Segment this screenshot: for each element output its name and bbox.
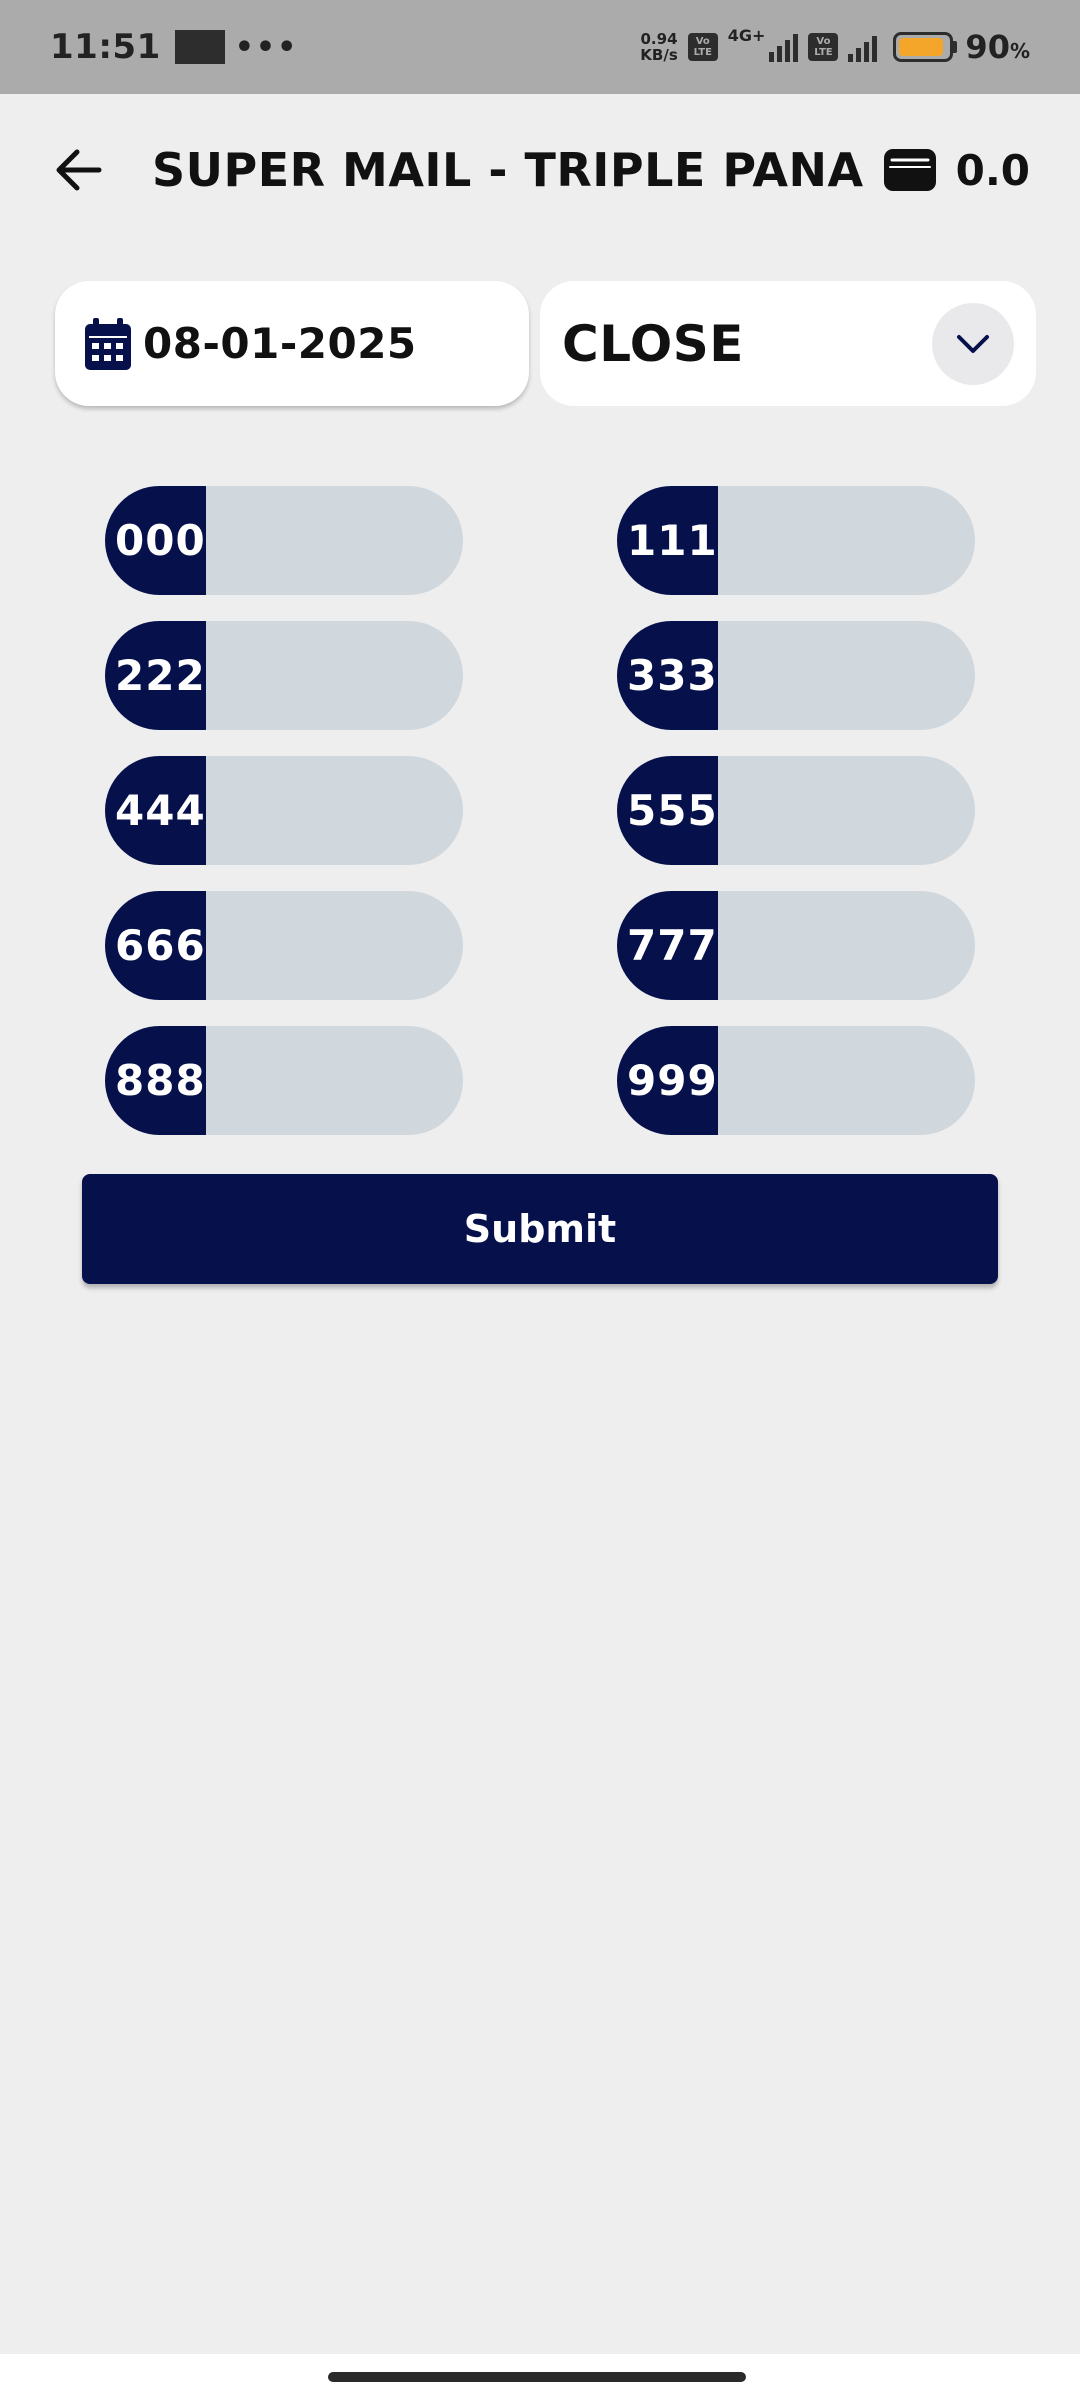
pana-label: 777 — [617, 891, 718, 1000]
wallet[interactable]: 0.0 — [882, 146, 1030, 195]
pana-item-111: 111 — [617, 486, 975, 595]
network-speed-value: 0.94 — [640, 30, 678, 48]
chevron-down-icon — [957, 334, 989, 353]
pana-item-666: 666 — [105, 891, 463, 1000]
volte-icon: Vo LTE — [687, 33, 718, 61]
volte-icon-sim2-bottom: LTE — [814, 47, 833, 58]
arrow-left-icon — [56, 149, 102, 191]
date-picker[interactable]: 08-01-2025 — [55, 281, 529, 406]
pana-item-333: 333 — [617, 621, 975, 730]
pana-item-888: 888 — [105, 1026, 463, 1135]
pana-amount-input[interactable] — [205, 891, 463, 1000]
pana-label: 555 — [617, 756, 718, 865]
pana-item-444: 444 — [105, 756, 463, 865]
pana-amount-input[interactable] — [717, 486, 975, 595]
pana-label: 444 — [105, 756, 206, 865]
pana-item-555: 555 — [617, 756, 975, 865]
pana-amount-input[interactable] — [717, 891, 975, 1000]
status-indicators: 0.94 KB/s Vo LTE 4G+ Vo LTE 90% — [640, 26, 1030, 66]
signal-strength-icon-sim1: 4G+ — [728, 26, 799, 62]
pana-amount-input[interactable] — [717, 756, 975, 865]
battery-percent: 90% — [965, 28, 1030, 66]
network-type: 4G+ — [727, 26, 766, 45]
volte-icon-sim2: Vo LTE — [808, 33, 839, 61]
status-bar: 11:51 ••• 0.94 KB/s Vo LTE 4G+ Vo LTE 90… — [0, 0, 1080, 94]
pana-label: 666 — [105, 891, 206, 1000]
navigation-bar — [0, 2354, 1080, 2400]
notification-app-icon — [174, 30, 225, 64]
page-title: SUPER MAIL - TRIPLE PANA — [152, 143, 864, 197]
wallet-balance: 0.0 — [955, 145, 1030, 195]
pana-amount-input[interactable] — [205, 1026, 463, 1135]
pana-label: 999 — [617, 1026, 718, 1135]
pana-label: 888 — [105, 1026, 206, 1135]
pana-grid: 000 111 222 333 444 555 666 777 888 999 — [105, 486, 975, 1135]
pana-amount-input[interactable] — [717, 621, 975, 730]
volte-icon-bottom: LTE — [693, 47, 712, 58]
signal-bars-icon — [769, 32, 799, 62]
pana-label: 000 — [105, 486, 206, 595]
pana-amount-input[interactable] — [205, 486, 463, 595]
status-time: 11:51 — [50, 27, 161, 67]
volte-icon-top: Vo — [695, 36, 710, 47]
app-header: SUPER MAIL - TRIPLE PANA 0.0 — [0, 94, 1080, 246]
pana-item-222: 222 — [105, 621, 463, 730]
dropdown-toggle[interactable] — [932, 302, 1014, 385]
pana-label: 111 — [617, 486, 718, 595]
more-notifications-icon: ••• — [234, 29, 299, 65]
selected-date: 08-01-2025 — [143, 319, 417, 368]
pana-label: 222 — [105, 621, 206, 730]
battery-icon: 90% — [893, 28, 1030, 66]
volte-icon-sim2-top: Vo — [816, 36, 831, 47]
home-indicator[interactable] — [328, 2372, 746, 2382]
network-speed-unit: KB/s — [640, 46, 678, 64]
network-speed: 0.94 KB/s — [640, 31, 677, 63]
wallet-icon — [883, 149, 936, 191]
selected-session: CLOSE — [562, 314, 744, 373]
pana-item-000: 000 — [105, 486, 463, 595]
pana-amount-input[interactable] — [205, 621, 463, 730]
back-button[interactable] — [50, 142, 106, 198]
calendar-icon — [85, 317, 131, 370]
pana-amount-input[interactable] — [717, 1026, 975, 1135]
pana-label: 333 — [617, 621, 718, 730]
pana-item-999: 999 — [617, 1026, 975, 1135]
signal-strength-icon-sim2 — [848, 32, 878, 62]
pana-amount-input[interactable] — [205, 756, 463, 865]
pana-item-777: 777 — [617, 891, 975, 1000]
submit-button[interactable]: Submit — [82, 1174, 998, 1284]
session-dropdown[interactable]: CLOSE — [540, 281, 1036, 406]
